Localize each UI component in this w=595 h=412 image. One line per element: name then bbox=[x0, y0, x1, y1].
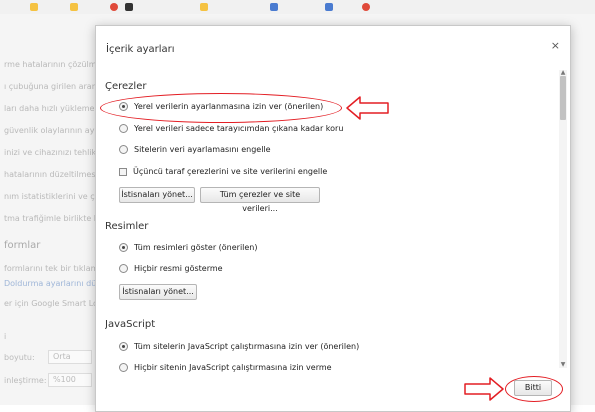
cookies-manage-exceptions-button[interactable]: İstisnaları yönet... bbox=[119, 187, 195, 203]
bg-text-line: hatalarının düzeltilmes bbox=[4, 170, 96, 179]
zoom-select: %100 bbox=[48, 373, 92, 387]
annotation-ellipse-done bbox=[505, 376, 563, 402]
javascript-heading: JavaScript bbox=[105, 319, 156, 330]
scrollbar-thumb[interactable] bbox=[560, 76, 566, 120]
zoom-label: inleştirme: bbox=[4, 376, 47, 385]
toolbar-icon bbox=[200, 3, 208, 11]
toolbar-icon bbox=[30, 3, 38, 11]
toolbar-icon bbox=[270, 3, 278, 11]
cookies-heading: Çerezler bbox=[105, 81, 147, 92]
all-cookies-button[interactable]: Tüm çerezler ve site verileri... bbox=[200, 187, 320, 213]
bg-text-line: güvenlik olaylarının ayr bbox=[4, 126, 98, 135]
scroll-down-icon[interactable]: ▼ bbox=[559, 362, 567, 368]
radio-keep-until-exit[interactable]: Yerel verileri sadece tarayıcımdan çıkan… bbox=[119, 124, 343, 133]
dialog-title: İçerik ayarları bbox=[106, 44, 175, 55]
radio-allow-javascript[interactable]: Tüm sitelerin JavaScript çalıştırmasına … bbox=[119, 342, 359, 351]
radio-unchecked-icon bbox=[119, 264, 128, 273]
bg-link: Doldurma ayarlarını dü bbox=[4, 279, 97, 288]
bg-section-title: formlar bbox=[4, 240, 41, 251]
bg-text-line: ı çubuğuna girilen aram bbox=[4, 82, 100, 91]
radio-checked-icon bbox=[119, 243, 128, 252]
bg-text-line: rme hatalarının çözülme bbox=[4, 60, 102, 69]
option-label: Üçüncü taraf çerezlerini ve site veriler… bbox=[133, 167, 328, 176]
bg-text-line: ları daha hızlı yüklemek bbox=[4, 104, 100, 113]
radio-checked-icon bbox=[119, 342, 128, 351]
bg-text-line: nım istatistiklerini ve çök bbox=[4, 192, 105, 201]
bg-text-line: inizi ve cihazınızı tehlik bbox=[4, 148, 97, 157]
browser-toolbar bbox=[0, 0, 595, 15]
radio-unchecked-icon bbox=[119, 124, 128, 133]
radio-block-javascript[interactable]: Hiçbir sitenin JavaScript çalıştırmasına… bbox=[119, 363, 332, 372]
toolbar-icon bbox=[70, 3, 78, 11]
radio-unchecked-icon bbox=[119, 145, 128, 154]
option-label: Yerel verileri sadece tarayıcımdan çıkan… bbox=[134, 124, 344, 133]
close-icon[interactable]: × bbox=[551, 39, 560, 52]
toolbar-icon bbox=[125, 3, 133, 11]
checkbox-icon bbox=[119, 167, 127, 176]
bg-text-line: er için Google Smart Loc bbox=[4, 299, 103, 308]
toolbar-icon bbox=[110, 3, 118, 11]
annotation-ellipse-option bbox=[100, 93, 342, 123]
radio-show-no-images[interactable]: Hiçbir resmi gösterme bbox=[119, 264, 223, 273]
option-label: Sitelerin veri ayarlamasını engelle bbox=[134, 145, 271, 154]
bg-text-line: formlarını tek bir tıklam bbox=[4, 264, 99, 273]
option-label: Tüm resimleri göster (önerilen) bbox=[134, 243, 258, 252]
option-label: Hiçbir sitenin JavaScript çalıştırmasına… bbox=[134, 363, 332, 372]
toolbar-icon bbox=[362, 3, 370, 11]
option-label: Tüm sitelerin JavaScript çalıştırmasına … bbox=[134, 342, 360, 351]
font-size-label: boyutu: bbox=[4, 353, 35, 362]
images-manage-exceptions-button[interactable]: İstisnaları yönet... bbox=[119, 284, 197, 300]
dialog-scrollbar[interactable]: ▲ ▼ bbox=[559, 70, 567, 368]
bg-text-line: tma trafiğimle birlikte b bbox=[4, 214, 99, 223]
radio-show-all-images[interactable]: Tüm resimleri göster (önerilen) bbox=[119, 243, 258, 252]
font-size-select: Orta bbox=[48, 350, 92, 364]
bg-marker: i bbox=[4, 332, 7, 341]
radio-unchecked-icon bbox=[119, 363, 128, 372]
radio-block-site-data[interactable]: Sitelerin veri ayarlamasını engelle bbox=[119, 145, 271, 154]
checkbox-block-third-party[interactable]: Üçüncü taraf çerezlerini ve site veriler… bbox=[119, 167, 327, 176]
images-heading: Resimler bbox=[105, 221, 149, 232]
option-label: Hiçbir resmi gösterme bbox=[134, 264, 223, 273]
toolbar-icon bbox=[325, 3, 333, 11]
content-settings-dialog: İçerik ayarları × Çerezler Yerel veriler… bbox=[95, 25, 571, 412]
annotation-arrow-left-icon bbox=[346, 96, 389, 120]
annotation-arrow-right-icon bbox=[464, 377, 504, 401]
